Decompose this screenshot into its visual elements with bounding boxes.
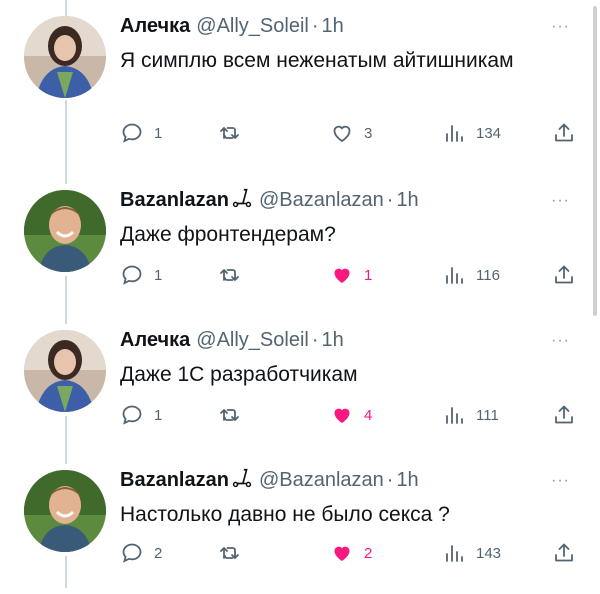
views-chart-icon bbox=[446, 267, 463, 284]
avatar-woman bbox=[24, 16, 106, 98]
avatar[interactable] bbox=[24, 16, 106, 98]
author-name[interactable]: Алечка bbox=[120, 15, 190, 37]
tweet[interactable]: Алечка @Ally_Soleil · 1h ··· Я симплю всем … bbox=[0, 0, 600, 143]
reply-icon bbox=[122, 265, 142, 285]
share-button[interactable] bbox=[552, 538, 576, 568]
timestamp[interactable]: 1h bbox=[396, 189, 418, 211]
views-count: 134 bbox=[476, 124, 502, 142]
author-name[interactable]: Bazanlazan bbox=[120, 189, 229, 211]
author-name[interactable]: Алечка bbox=[120, 329, 190, 351]
retweet-icon bbox=[220, 409, 239, 421]
views-button[interactable]: 111 bbox=[442, 400, 499, 430]
action-bar: 2 2 143 bbox=[118, 538, 588, 568]
retweet-button[interactable] bbox=[218, 400, 252, 430]
reply-icon bbox=[122, 123, 142, 143]
views-chart-icon bbox=[446, 545, 463, 562]
separator-dot: · bbox=[386, 189, 394, 211]
retweet-icon bbox=[220, 127, 239, 139]
action-bar: 1 3 134 bbox=[118, 118, 588, 148]
views-count: 116 bbox=[476, 266, 500, 284]
like-button[interactable]: 1 bbox=[330, 260, 372, 290]
action-bar: 1 4 111 bbox=[118, 400, 588, 430]
retweet-icon bbox=[220, 269, 239, 281]
author-name[interactable]: Bazanlazan bbox=[120, 469, 229, 491]
scooter-icon bbox=[232, 468, 252, 488]
like-count: 1 bbox=[364, 266, 373, 284]
heart-outline-icon bbox=[333, 125, 351, 143]
avatar-man bbox=[24, 470, 106, 552]
views-count: 111 bbox=[476, 406, 499, 424]
retweet-button[interactable] bbox=[218, 538, 252, 568]
separator-dot: · bbox=[311, 329, 319, 351]
author-handle[interactable]: @Ally_Soleil bbox=[196, 329, 309, 351]
timestamp[interactable]: 1h bbox=[322, 329, 344, 351]
tweet[interactable]: Bazanlazan @Bazanlazan · 1h ··· Настолько д… bbox=[0, 454, 600, 594]
share-button[interactable] bbox=[552, 260, 576, 290]
author-handle[interactable]: @Bazanlazan bbox=[259, 189, 384, 211]
retweet-icon bbox=[220, 547, 239, 559]
views-count: 143 bbox=[476, 544, 502, 562]
tweet-header: Алечка @Ally_Soleil · 1h bbox=[120, 13, 344, 39]
share-button[interactable] bbox=[552, 118, 576, 148]
tweet-text: Даже фронтендерам? bbox=[120, 223, 336, 246]
tweet-header: Алечка @Ally_Soleil · 1h bbox=[120, 327, 344, 353]
like-button[interactable]: 2 bbox=[330, 538, 372, 568]
like-button[interactable]: 4 bbox=[330, 400, 372, 430]
share-icon bbox=[555, 123, 573, 142]
reply-count: 1 bbox=[154, 124, 163, 142]
avatar[interactable] bbox=[24, 190, 106, 272]
tweet-text: Я симплю всем неженатым айтишникам bbox=[120, 49, 514, 72]
avatar[interactable] bbox=[24, 470, 106, 552]
views-button[interactable]: 116 bbox=[442, 260, 500, 290]
reply-button[interactable]: 2 bbox=[120, 538, 162, 568]
reply-button[interactable]: 1 bbox=[120, 400, 162, 430]
share-button[interactable] bbox=[552, 400, 576, 430]
tweet-header: Bazanlazan @Bazanlazan · 1h bbox=[120, 467, 419, 493]
author-handle[interactable]: @Bazanlazan bbox=[259, 469, 384, 491]
views-chart-icon bbox=[446, 407, 463, 424]
reply-count: 1 bbox=[154, 266, 163, 284]
tweet-text: Даже 1С разработчикам bbox=[120, 363, 358, 386]
tweet[interactable]: Bazanlazan @Bazanlazan · 1h ··· Даже фронте… bbox=[0, 174, 600, 314]
timestamp[interactable]: 1h bbox=[396, 469, 418, 491]
author-handle[interactable]: @Ally_Soleil bbox=[196, 15, 309, 37]
tweet[interactable]: Алечка @Ally_Soleil · 1h ··· Даже 1С разраб… bbox=[0, 314, 600, 454]
tweet-header: Bazanlazan @Bazanlazan · 1h bbox=[120, 187, 419, 213]
views-button[interactable]: 143 bbox=[442, 538, 501, 568]
heart-filled-icon bbox=[334, 546, 350, 561]
avatar-woman bbox=[24, 330, 106, 412]
reply-button[interactable]: 1 bbox=[120, 260, 162, 290]
more-dots-icon[interactable]: ··· bbox=[551, 193, 570, 209]
share-icon bbox=[555, 265, 573, 284]
more-dots-icon[interactable]: ··· bbox=[551, 19, 570, 35]
retweet-button[interactable] bbox=[218, 260, 252, 290]
share-icon bbox=[555, 543, 573, 562]
share-icon bbox=[555, 405, 573, 424]
reply-count: 2 bbox=[154, 544, 163, 562]
reply-button[interactable]: 1 bbox=[120, 118, 162, 148]
more-dots-icon[interactable]: ··· bbox=[551, 333, 570, 349]
heart-filled-icon bbox=[334, 408, 350, 423]
reply-icon bbox=[122, 543, 142, 563]
tweet-text: Настолько давно не было секса ? bbox=[120, 503, 450, 526]
like-count: 3 bbox=[364, 124, 373, 142]
retweet-button[interactable] bbox=[218, 118, 252, 148]
views-chart-icon bbox=[446, 125, 463, 142]
heart-filled-icon bbox=[334, 268, 350, 283]
reply-icon bbox=[122, 405, 142, 425]
separator-dot: · bbox=[311, 15, 319, 37]
like-count: 4 bbox=[364, 406, 373, 424]
action-bar: 1 1 116 bbox=[118, 260, 588, 290]
reply-count: 1 bbox=[154, 406, 163, 424]
like-button[interactable]: 3 bbox=[330, 118, 372, 148]
more-dots-icon[interactable]: ··· bbox=[551, 473, 570, 489]
separator-dot: · bbox=[386, 469, 394, 491]
views-button[interactable]: 134 bbox=[442, 118, 501, 148]
scooter-icon bbox=[232, 188, 252, 208]
avatar[interactable] bbox=[24, 330, 106, 412]
avatar-man bbox=[24, 190, 106, 272]
timestamp[interactable]: 1h bbox=[322, 15, 344, 37]
like-count: 2 bbox=[364, 544, 373, 562]
